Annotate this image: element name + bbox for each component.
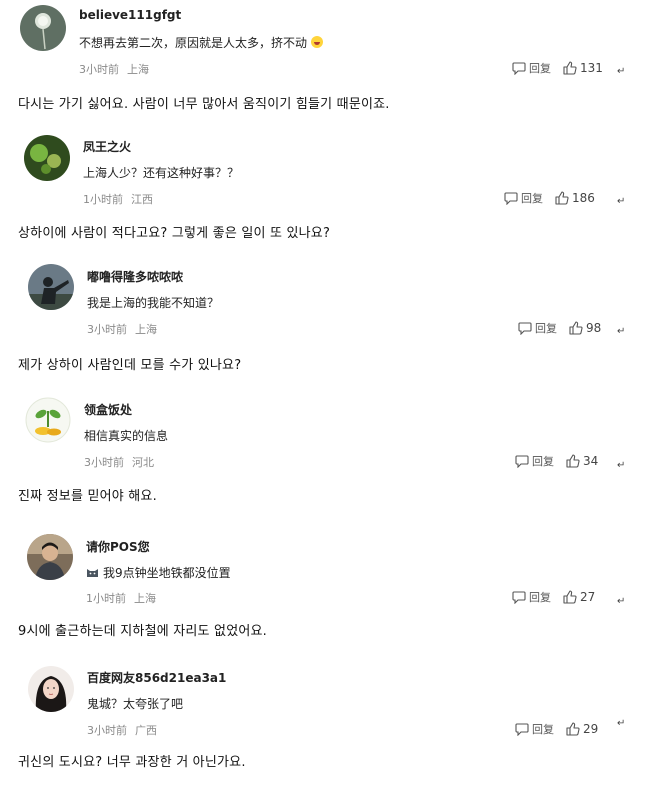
cat-face-icon — [87, 569, 98, 577]
paragraph-mark: ↵ — [617, 718, 626, 729]
user-avatar[interactable] — [25, 397, 71, 443]
user-avatar[interactable] — [28, 264, 74, 310]
username[interactable]: believe111gfgt — [79, 8, 181, 22]
username[interactable]: 嘟噜得隆多哝哝哝 — [87, 268, 183, 285]
thumbs-up-icon[interactable] — [555, 191, 569, 205]
user-avatar[interactable] — [20, 5, 66, 51]
comment-meta: 1小时前 上海 — [86, 590, 156, 606]
like-count: 34 — [583, 454, 599, 468]
comment-actions: 回复 186 — [504, 190, 595, 206]
translation-text: 9시에 출근하는데 지하철에 자리도 없었어요. — [18, 624, 268, 639]
reply-button[interactable]: 回复 — [532, 453, 554, 469]
comment-time: 3小时前 — [87, 724, 127, 737]
reply-icon[interactable] — [515, 722, 529, 736]
comment-text: 我是上海的我能不知道？ — [87, 296, 220, 310]
like-count: 98 — [586, 321, 602, 335]
reply-icon[interactable] — [512, 61, 526, 75]
comment-location: 河北 — [132, 456, 154, 469]
comment-text: 不想再去第二次，原因就是人太多，挤不动 — [79, 34, 324, 51]
paragraph-mark: ↵ — [617, 326, 626, 337]
comment-text: 相信真实的信息 — [84, 429, 169, 443]
comment-time: 3小时前 — [87, 323, 127, 336]
comment-actions: 回复 98 — [518, 320, 601, 336]
comment-time: 1小时前 — [86, 592, 126, 605]
comment-text: 上海人少？还有这种好事？？ — [83, 166, 240, 180]
comment-time: 3小时前 — [84, 456, 124, 469]
thumbs-up-icon[interactable] — [566, 722, 580, 736]
comment-text-body: 不想再去第二次，原因就是人太多，挤不动 — [79, 36, 308, 50]
comment-location: 上海 — [134, 592, 156, 605]
username[interactable]: 请你POS您 — [86, 538, 150, 555]
translation-text: 제가 상하이 사람인데 모를 수가 있나요? — [18, 358, 242, 373]
paragraph-mark: ↵ — [617, 66, 626, 77]
comment-location: 广西 — [135, 724, 157, 737]
translation-text: 귀신의 도시요? 너무 과장한 거 아닌가요. — [18, 755, 246, 770]
comment-location: 上海 — [135, 323, 157, 336]
like-count: 186 — [572, 191, 595, 205]
comment-text: 鬼城？太夸张了吧 — [87, 697, 184, 711]
comment-actions: 回复 131 — [512, 60, 603, 76]
comment-meta: 3小时前 河北 — [84, 454, 154, 470]
username[interactable]: 百度网友856d21ea3a1 — [87, 669, 226, 686]
thumbs-up-icon[interactable] — [563, 590, 577, 604]
comment-location: 江西 — [131, 193, 153, 206]
reply-icon[interactable] — [515, 454, 529, 468]
paragraph-mark: ↵ — [617, 596, 626, 607]
user-avatar[interactable] — [28, 666, 74, 712]
comment-meta: 1小时前 江西 — [83, 191, 153, 207]
thumbs-up-icon[interactable] — [563, 61, 577, 75]
reply-button[interactable]: 回复 — [535, 320, 557, 336]
grinning-face-icon — [311, 36, 324, 48]
comment-meta: 3小时前 广西 — [87, 722, 157, 738]
translation-text: 다시는 가기 싫어요. 사람이 너무 많아서 움직이기 힘들기 때문이죠. — [18, 97, 390, 112]
comment-time: 3小时前 — [79, 63, 119, 76]
username[interactable]: 凤王之火 — [83, 138, 131, 155]
like-count: 27 — [580, 590, 596, 604]
thumbs-up-icon[interactable] — [569, 321, 583, 335]
comment-text: 我9点钟坐地铁都没位置 — [86, 564, 231, 581]
paragraph-mark: ↵ — [617, 196, 626, 207]
reply-icon[interactable] — [512, 590, 526, 604]
comment-actions: 回复 27 — [512, 589, 595, 605]
like-count: 29 — [583, 722, 599, 736]
thumbs-up-icon[interactable] — [566, 454, 580, 468]
like-count: 131 — [580, 61, 603, 75]
translation-text: 진짜 정보를 믿어야 해요. — [18, 489, 157, 504]
comment-actions: 回复 34 — [515, 453, 598, 469]
user-avatar[interactable] — [27, 534, 73, 580]
comment-location: 上海 — [127, 63, 149, 76]
reply-button[interactable]: 回复 — [529, 589, 551, 605]
translation-text: 상하이에 사람이 적다고요? 그렇게 좋은 일이 또 있나요? — [18, 226, 331, 241]
reply-button[interactable]: 回复 — [529, 60, 551, 76]
comment-actions: 回复 29 — [515, 721, 598, 737]
comment-meta: 3小时前 上海 — [87, 321, 157, 337]
comment-time: 1小时前 — [83, 193, 123, 206]
user-avatar[interactable] — [24, 135, 70, 181]
reply-icon[interactable] — [504, 191, 518, 205]
reply-button[interactable]: 回复 — [521, 190, 543, 206]
reply-icon[interactable] — [518, 321, 532, 335]
reply-button[interactable]: 回复 — [532, 721, 554, 737]
username[interactable]: 领盒饭处 — [84, 401, 132, 418]
paragraph-mark: ↵ — [617, 460, 626, 471]
comment-text-body: 我9点钟坐地铁都没位置 — [103, 566, 231, 580]
comment-meta: 3小时前 上海 — [79, 61, 149, 77]
